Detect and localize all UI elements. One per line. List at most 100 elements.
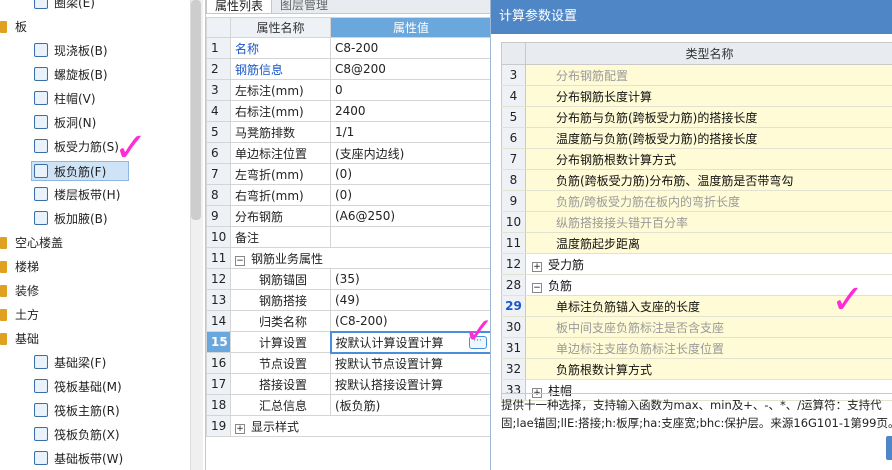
- property-row[interactable]: 6 单边标注位置 (支座内边线): [206, 142, 492, 164]
- property-row[interactable]: 16 节点设置 按默认节点设置计算: [206, 352, 492, 374]
- settings-row[interactable]: 10 纵筋搭接接头错开百分率: [501, 211, 892, 233]
- tree-item[interactable]: 板: [0, 17, 27, 37]
- dialog-title[interactable]: 计算参数设置: [491, 0, 892, 34]
- property-value[interactable]: 0: [330, 79, 492, 101]
- tree-item[interactable]: 楼层板带(H): [34, 185, 120, 205]
- property-row[interactable]: 5 马凳筋排数 1/1: [206, 121, 492, 143]
- property-name: 单边标注位置: [230, 142, 331, 164]
- property-value[interactable]: (板负筋): [330, 394, 492, 416]
- setting-type-name: 负筋根数计算方式: [525, 358, 892, 380]
- collapse-icon[interactable]: −: [235, 255, 245, 266]
- setting-label: 分布钢筋长度计算: [556, 89, 653, 104]
- tree-item[interactable]: 柱帽(V): [34, 89, 96, 109]
- row-number: 8: [206, 184, 231, 206]
- property-row[interactable]: 3 左标注(mm) 0: [206, 79, 492, 101]
- tree-item[interactable]: 基础: [0, 329, 39, 349]
- row-number: 19: [206, 415, 231, 437]
- collapse-icon[interactable]: −: [532, 282, 542, 293]
- row-number: 11: [206, 247, 231, 269]
- row-number: 11: [501, 232, 526, 254]
- property-value[interactable]: (35): [330, 268, 492, 290]
- property-value-text: 按默认搭接设置计算: [335, 377, 444, 392]
- folder-icon: [0, 21, 7, 33]
- property-row[interactable]: 10 备注: [206, 226, 492, 248]
- tree-item[interactable]: 空心楼盖: [0, 233, 63, 253]
- row-number: 16: [206, 352, 231, 374]
- property-name: 钢筋锚固: [230, 268, 331, 290]
- tree-item[interactable]: 现浇板(B): [34, 41, 108, 61]
- settings-row[interactable]: 11 温度筋起步距离: [501, 232, 892, 254]
- row-number: 6: [206, 142, 231, 164]
- property-row[interactable]: 12 钢筋锚固 (35): [206, 268, 492, 290]
- tree-item[interactable]: 筏板负筋(X): [34, 425, 120, 445]
- property-row[interactable]: 9 分布钢筋 (A6@250): [206, 205, 492, 227]
- property-row[interactable]: 18 汇总信息 (板负筋): [206, 394, 492, 416]
- tree-item[interactable]: 板受力筋(S): [34, 137, 119, 157]
- row-number: 3: [501, 64, 526, 86]
- property-name: 左标注(mm): [230, 79, 331, 101]
- settings-row[interactable]: 31 单边标注支座负筋标注长度位置: [501, 337, 892, 359]
- settings-row[interactable]: 9 负筋/跨板受力筋在板内的弯折长度: [501, 190, 892, 212]
- tree-item[interactable]: 基础板带(W): [34, 449, 123, 469]
- settings-row[interactable]: 4 分布钢筋长度计算: [501, 85, 892, 107]
- property-row[interactable]: 14 归类名称 (C8-200): [206, 310, 492, 332]
- header-corner: [206, 17, 231, 38]
- settings-row[interactable]: 6 温度筋与负筋(跨板受力筋)的搭接长度: [501, 127, 892, 149]
- setting-type-name: 温度筋起步距离: [525, 232, 892, 254]
- settings-row[interactable]: 7 分布钢筋根数计算方式: [501, 148, 892, 170]
- property-value[interactable]: 按默认节点设置计算: [330, 352, 492, 374]
- property-value[interactable]: (49): [330, 289, 492, 311]
- expand-icon[interactable]: +: [235, 423, 245, 434]
- property-row[interactable]: 2 钢筋信息 C8@200: [206, 58, 492, 80]
- tree-item[interactable]: 土方: [0, 305, 39, 325]
- tab-property-list[interactable]: 属性列表: [206, 0, 273, 13]
- property-row[interactable]: 8 右弯折(mm) (0): [206, 184, 492, 206]
- property-value[interactable]: (A6@250): [330, 205, 492, 227]
- description-line-1: 提供十一种选择，支持输入函数为max、min及+、-、*、/运算符：支持代: [501, 398, 882, 412]
- property-value[interactable]: 2400: [330, 100, 492, 122]
- setting-type-name: + 受力筋: [525, 253, 892, 275]
- property-value[interactable]: (支座内边线): [330, 142, 492, 164]
- property-row[interactable]: 17 搭接设置 按默认搭接设置计算: [206, 373, 492, 395]
- tree-item[interactable]: 板洞(N): [34, 113, 96, 133]
- tree-item[interactable]: 筏板主筋(R): [34, 401, 120, 421]
- component-icon: [34, 427, 48, 441]
- folder-icon: [0, 309, 7, 321]
- settings-row[interactable]: 8 负筋(跨板受力筋)分布筋、温度筋是否带弯勾: [501, 169, 892, 191]
- property-value[interactable]: C8-200: [330, 37, 492, 59]
- property-value[interactable]: [330, 226, 492, 248]
- tree-item[interactable]: 板加腋(B): [34, 209, 108, 229]
- calc-settings-dialog: 计算参数设置 类型名称 3 分布钢筋配置 4 分布钢筋长度计算 5 分布筋与负筋(跨板受力…: [490, 0, 892, 470]
- property-row[interactable]: 13 钢筋搭接 (49): [206, 289, 492, 311]
- tree-item[interactable]: 螺旋板(B): [34, 65, 108, 85]
- expand-icon[interactable]: +: [532, 261, 542, 272]
- property-value[interactable]: (0): [330, 184, 492, 206]
- tree-item[interactable]: 板负筋(F): [31, 161, 129, 181]
- tree-scrollbar-thumb[interactable]: [191, 0, 201, 220]
- property-value[interactable]: 按默认搭接设置计算: [330, 373, 492, 395]
- property-row[interactable]: 19 + 显示样式: [206, 415, 492, 437]
- settings-row[interactable]: 12 + 受力筋: [501, 253, 892, 275]
- tree-item-label: 土方: [15, 308, 40, 322]
- property-row[interactable]: 11− 钢筋业务属性: [206, 247, 492, 269]
- tree-item[interactable]: 筏板基础(M): [34, 377, 122, 397]
- property-value[interactable]: (0): [330, 163, 492, 185]
- property-value[interactable]: C8@200: [330, 58, 492, 80]
- settings-row[interactable]: 3 分布钢筋配置: [501, 64, 892, 86]
- tab-layer-management[interactable]: 图层管理: [272, 0, 336, 13]
- property-row[interactable]: 1 名称 C8-200: [206, 37, 492, 59]
- dialog-confirm-button[interactable]: [886, 436, 892, 460]
- tree-item[interactable]: 装修: [0, 281, 39, 301]
- property-value[interactable]: 1/1: [330, 121, 492, 143]
- tree-item[interactable]: 基础梁(F): [34, 353, 106, 373]
- property-row[interactable]: 4 右标注(mm) 2400: [206, 100, 492, 122]
- settings-row[interactable]: 32 负筋根数计算方式: [501, 358, 892, 380]
- row-number: 8: [501, 169, 526, 191]
- row-number: 7: [501, 148, 526, 170]
- settings-row[interactable]: 5 分布筋与负筋(跨板受力筋)的搭接长度: [501, 106, 892, 128]
- tree-item[interactable]: 楼梯: [0, 257, 39, 277]
- property-row[interactable]: 7 左弯折(mm) (0): [206, 163, 492, 185]
- tree-item[interactable]: 圈梁(E): [34, 0, 95, 13]
- folder-icon: [0, 333, 7, 345]
- property-row[interactable]: 15 计算设置 按默认计算设置计算 ···: [206, 330, 493, 354]
